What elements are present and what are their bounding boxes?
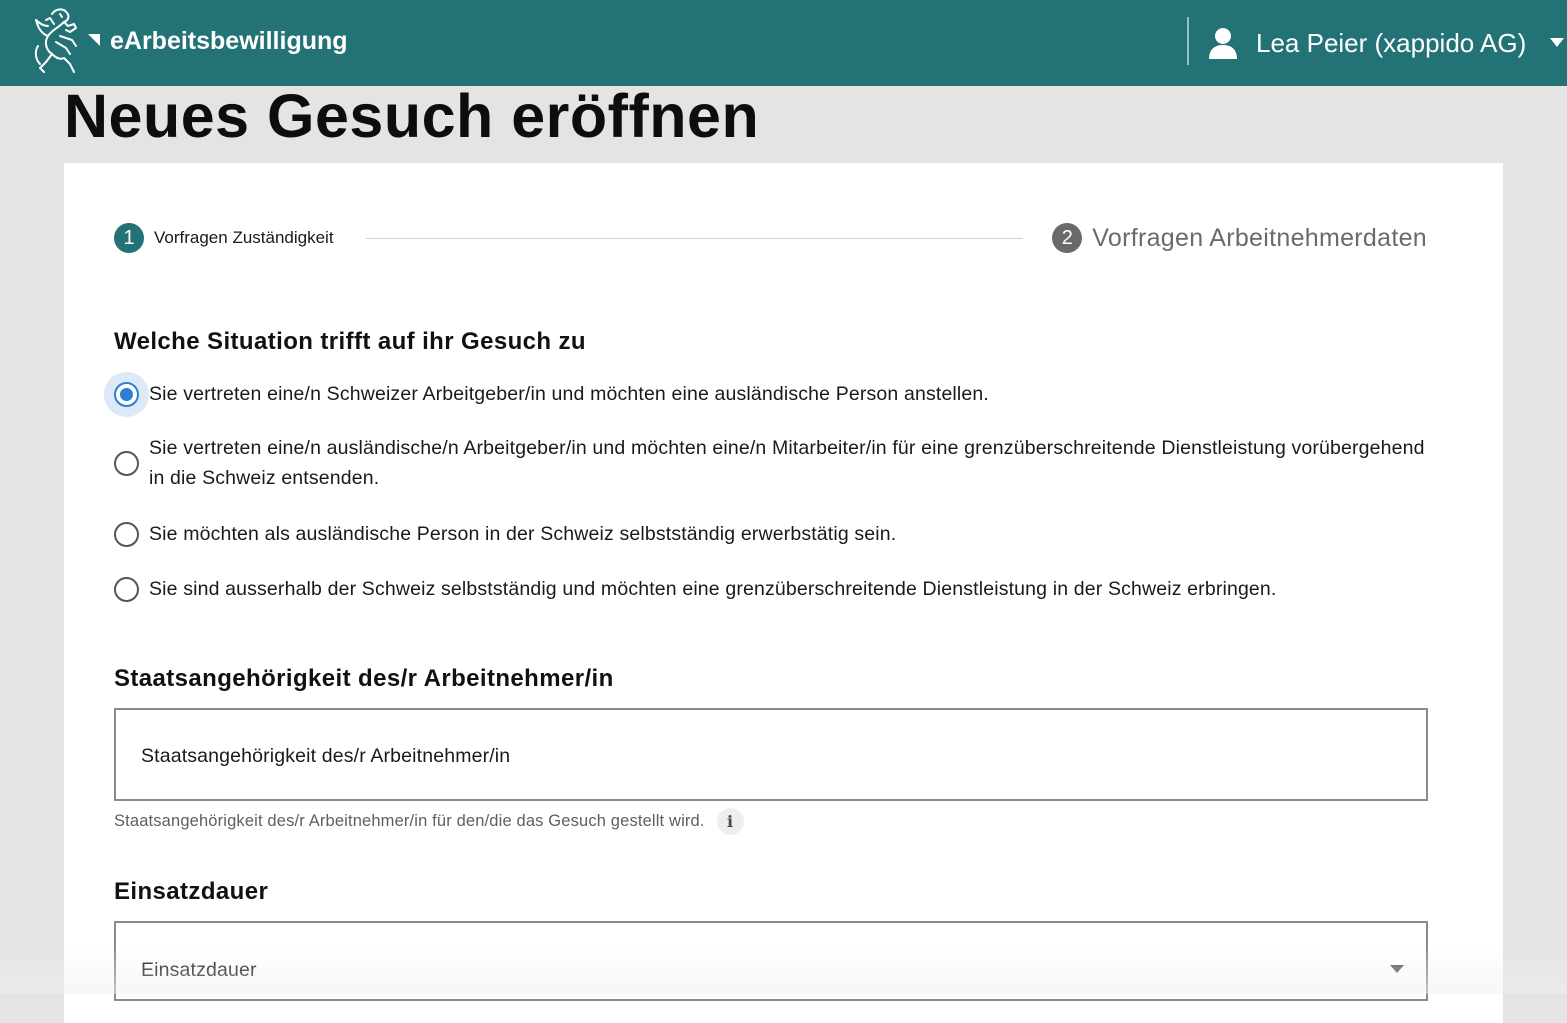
step-label: Vorfragen Zuständigkeit: [154, 228, 334, 247]
radio-label[interactable]: Sie möchten als ausländische Person in d…: [149, 519, 896, 549]
page-title: Neues Gesuch eröffnen: [64, 82, 760, 150]
chevron-down-icon[interactable]: [1390, 965, 1404, 973]
user-menu[interactable]: Lea Peier (xappido AG): [1208, 22, 1526, 64]
nationality-helper-text: Staatsangehörigkeit des/r Arbeitnehmer/i…: [114, 812, 705, 830]
radio-button[interactable]: [114, 521, 139, 547]
nationality-heading: Staatsangehörigkeit des/r Arbeitnehmer/i…: [114, 665, 614, 692]
user-name: Lea Peier (xappido AG): [1256, 27, 1527, 58]
situation-option-foreign-employer-posting[interactable]: Sie vertreten eine/n ausländische/n Arbe…: [114, 433, 1434, 493]
situation-option-self-employed-in-switzerland[interactable]: Sie möchten als ausländische Person in d…: [114, 519, 1434, 549]
stepper-connector-line: [366, 238, 1023, 239]
app-title[interactable]: eArbeitsbewilligung: [110, 26, 348, 56]
radio-button[interactable]: [114, 381, 139, 407]
top-navigation-bar: eArbeitsbewilligung Lea Peier (xappido A…: [0, 0, 1567, 86]
nationality-placeholder: Staatsangehörigkeit des/r Arbeitnehmer/i…: [141, 745, 511, 767]
external-link-icon: [88, 34, 100, 46]
form-card: 1 Vorfragen Zuständigkeit 2 Vorfragen Ar…: [64, 163, 1503, 1023]
radio-label[interactable]: Sie sind ausserhalb der Schweiz selbstst…: [149, 574, 1277, 604]
nationality-input[interactable]: Staatsangehörigkeit des/r Arbeitnehmer/i…: [114, 708, 1428, 801]
step-vorfragen-arbeitnehmerdaten[interactable]: 2 Vorfragen Arbeitnehmerdaten: [1052, 223, 1427, 253]
caret-down-icon[interactable]: [1550, 38, 1564, 47]
radio-label[interactable]: Sie vertreten eine/n ausländische/n Arbe…: [149, 433, 1434, 493]
zurich-lion-logo-icon[interactable]: [30, 6, 86, 76]
radio-label[interactable]: Sie vertreten eine/n Schweizer Arbeitgeb…: [149, 379, 989, 409]
situation-option-swiss-employer[interactable]: Sie vertreten eine/n Schweizer Arbeitgeb…: [114, 379, 1434, 409]
duration-placeholder: Einsatzdauer: [141, 959, 257, 981]
duration-select[interactable]: Einsatzdauer: [114, 921, 1428, 1001]
step-number-badge: 2: [1052, 223, 1083, 253]
situation-option-self-employed-abroad-service[interactable]: Sie sind ausserhalb der Schweiz selbstst…: [114, 574, 1434, 604]
radio-button[interactable]: [114, 450, 139, 476]
situation-heading: Welche Situation trifft auf ihr Gesuch z…: [114, 328, 586, 355]
user-icon: [1209, 28, 1237, 59]
topbar-divider: [1187, 17, 1189, 65]
info-icon[interactable]: i: [716, 808, 744, 835]
step-vorfragen-zustaendigkeit[interactable]: 1 Vorfragen Zuständigkeit: [114, 223, 334, 253]
step-label: Vorfragen Arbeitnehmerdaten: [1092, 223, 1427, 252]
nationality-helper: Staatsangehörigkeit des/r Arbeitnehmer/i…: [114, 808, 744, 835]
duration-heading: Einsatzdauer: [114, 878, 269, 905]
radio-button[interactable]: [114, 576, 139, 602]
step-number-badge: 1: [114, 223, 144, 253]
